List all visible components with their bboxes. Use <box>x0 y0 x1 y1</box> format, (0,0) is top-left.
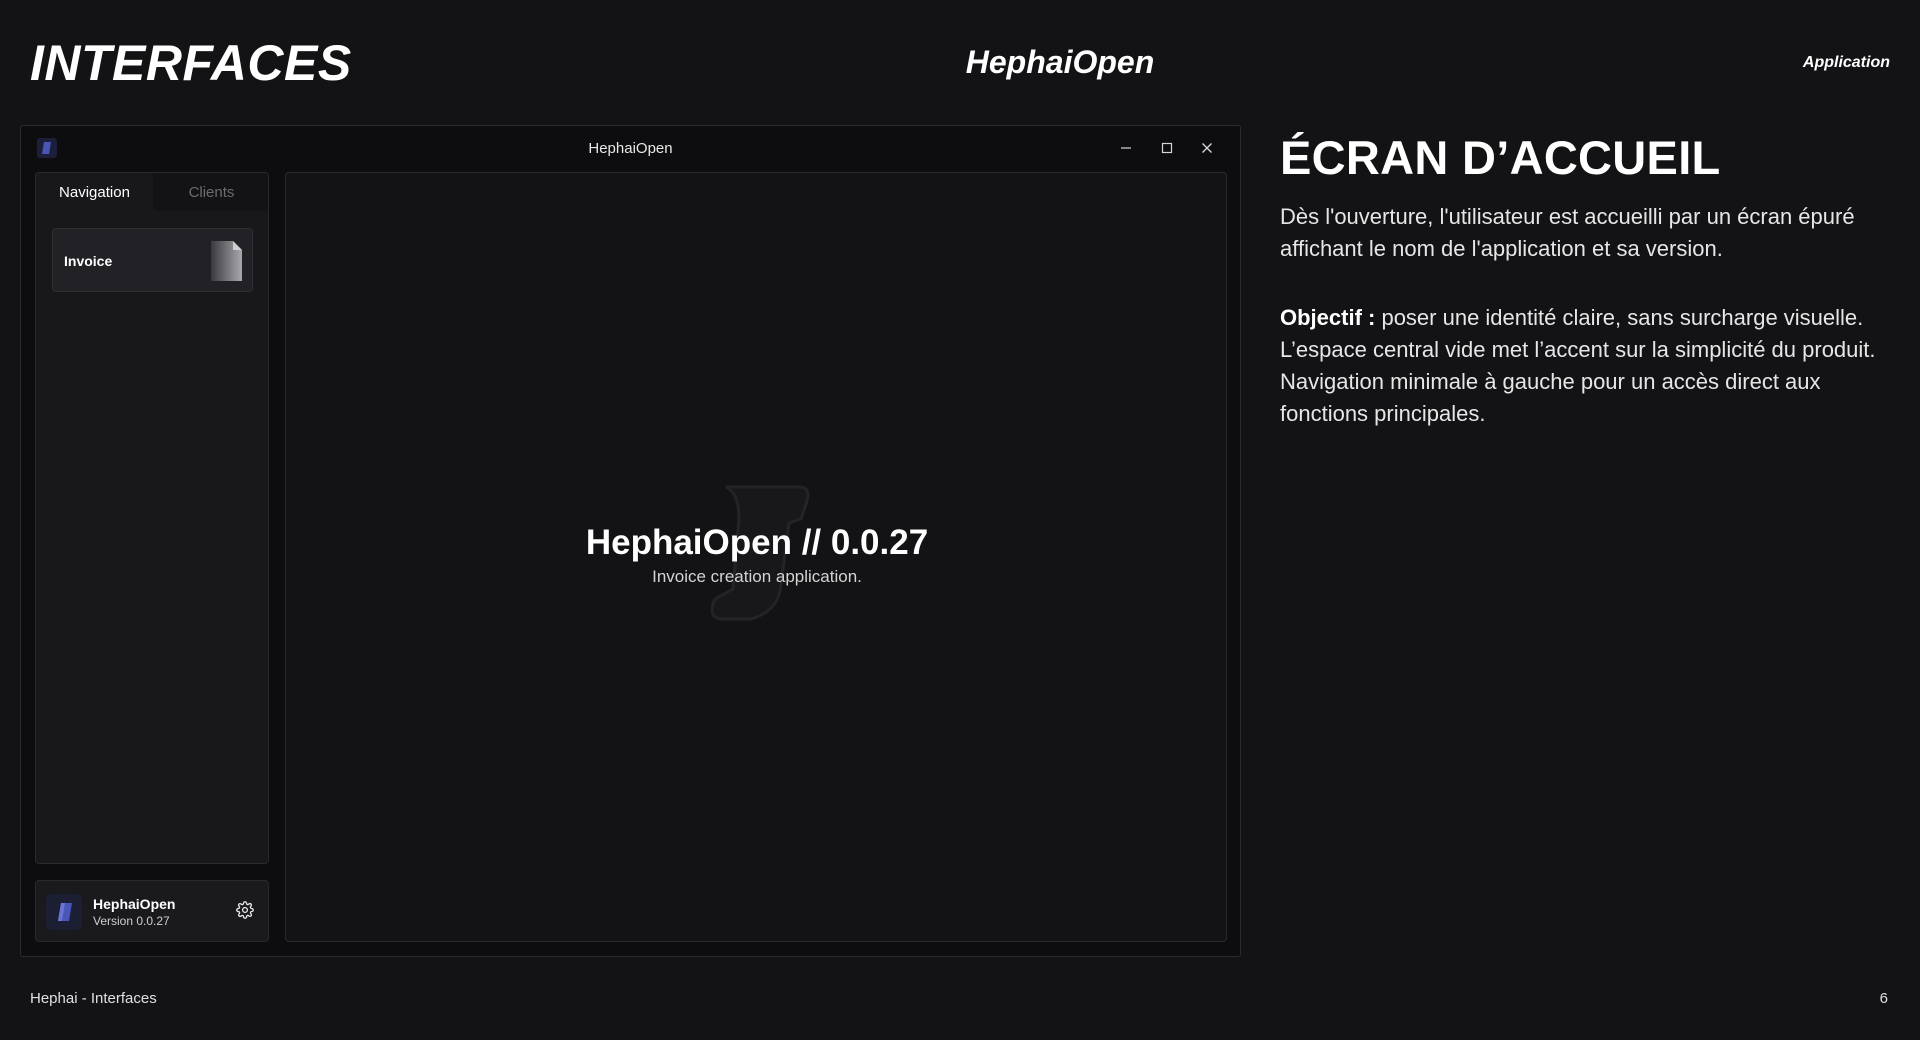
app-version: Version 0.0.27 <box>93 914 170 928</box>
sidebar: Navigation Clients Invoice <box>35 172 269 864</box>
app-name: HephaiOpen <box>93 896 176 912</box>
app-logo-icon <box>46 894 82 930</box>
document-footer: Hephai - Interfaces <box>30 990 157 1007</box>
page-number: 6 <box>1879 990 1888 1007</box>
objective-label: Objectif : <box>1280 305 1376 330</box>
section-heading: ÉCRAN D’ACCUEIL <box>1280 131 1721 184</box>
slide-category-tag: Application <box>1802 54 1890 71</box>
document-icon <box>210 240 243 287</box>
welcome-subtitle: Invoice creation application. <box>652 567 862 586</box>
main-content-area: HephaiOpen // 0.0.27 Invoice creation ap… <box>285 172 1227 942</box>
tab-navigation[interactable]: Navigation <box>36 173 153 211</box>
maximize-icon[interactable] <box>1152 134 1182 162</box>
sidebar-item-invoice[interactable]: Invoice <box>52 228 253 292</box>
minimize-icon[interactable] <box>1111 134 1141 162</box>
tab-clients[interactable]: Clients <box>153 173 268 211</box>
sidebar-tabs: Navigation Clients <box>36 173 268 211</box>
slide-product-name: HephaiOpen <box>965 44 1155 80</box>
description-paragraph: Dès l'ouverture, l'utilisateur est accue… <box>1280 204 1855 261</box>
welcome-title: HephaiOpen // 0.0.27 <box>585 523 929 562</box>
gear-icon[interactable] <box>236 901 254 924</box>
app-window: HephaiOpen Navigation Clients Invoice He… <box>20 125 1241 957</box>
objective-paragraph: Objectif : poser une identité claire, sa… <box>1280 302 1900 430</box>
sidebar-item-label: Invoice <box>64 253 113 269</box>
close-icon[interactable] <box>1192 134 1222 162</box>
window-titlebar: HephaiOpen <box>21 126 1240 171</box>
window-title: HephaiOpen <box>588 140 673 157</box>
app-info-card: HephaiOpen Version 0.0.27 <box>35 880 269 942</box>
